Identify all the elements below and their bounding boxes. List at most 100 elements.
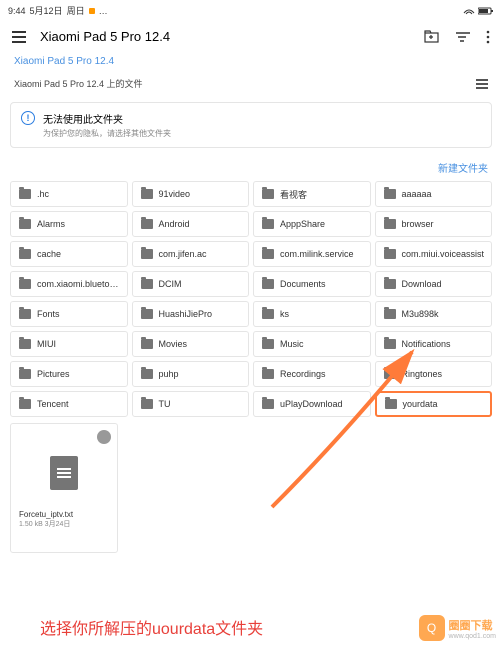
folder-item[interactable]: com.miui.voiceassist (375, 241, 493, 267)
folder-item[interactable]: .hc (10, 181, 128, 207)
folder-icon (262, 219, 274, 229)
folder-icon (19, 399, 31, 409)
info-icon: ! (21, 111, 35, 125)
folder-item[interactable]: browser (375, 211, 493, 237)
folder-item[interactable]: Android (132, 211, 250, 237)
folder-label: Recordings (280, 369, 326, 379)
folder-item[interactable]: HuashiJiePro (132, 301, 250, 327)
folder-label: aaaaaa (402, 189, 432, 199)
notification-dot (89, 8, 95, 14)
folder-label: MIUI (37, 339, 56, 349)
folder-icon (262, 189, 274, 199)
folder-item[interactable]: DCIM (132, 271, 250, 297)
watermark-url: www.qod1.com (449, 633, 496, 640)
folder-icon (19, 279, 31, 289)
folder-label: 91video (159, 189, 191, 199)
folder-icon (141, 189, 153, 199)
status-time: 9:44 (8, 6, 26, 16)
folder-label: com.jifen.ac (159, 249, 207, 259)
folder-label: browser (402, 219, 434, 229)
folder-label: ApppShare (280, 219, 325, 229)
folder-item[interactable]: puhp (132, 361, 250, 387)
folder-item[interactable]: Fonts (10, 301, 128, 327)
menu-icon[interactable] (12, 31, 26, 43)
folder-icon (141, 309, 153, 319)
folder-label: Pictures (37, 369, 70, 379)
folder-label: Movies (159, 339, 188, 349)
folder-item[interactable]: uPlayDownload (253, 391, 371, 417)
folder-icon (141, 369, 153, 379)
folder-label: TU (159, 399, 171, 409)
folder-item[interactable]: M3u898k (375, 301, 493, 327)
folder-icon (19, 189, 31, 199)
wifi-icon (463, 7, 475, 15)
folder-label: puhp (159, 369, 179, 379)
folder-item[interactable]: yourdata (375, 391, 493, 417)
folder-item[interactable]: 看视客 (253, 181, 371, 207)
folder-item[interactable]: Music (253, 331, 371, 357)
status-icons (463, 7, 494, 15)
folder-icon (384, 219, 396, 229)
list-view-icon[interactable] (476, 78, 488, 90)
info-title: 无法使用此文件夹 (43, 111, 171, 126)
file-card[interactable]: Forcetu_iptv.txt 1.50 kB 3月24日 (10, 423, 118, 553)
folder-grid: .hc 91video 看视客 aaaaaa AlarmsAndroid ApppShar… (0, 181, 502, 417)
folder-icon (19, 249, 31, 259)
folder-item[interactable]: com.milink.service (253, 241, 371, 267)
folder-item[interactable]: aaaaaa (375, 181, 493, 207)
new-folder-link[interactable]: 新建文件夹 (0, 154, 502, 181)
sort-icon[interactable] (456, 31, 470, 43)
new-folder-icon[interactable] (424, 30, 440, 44)
folder-icon (19, 309, 31, 319)
file-name: Forcetu_iptv.txt (19, 510, 109, 519)
folder-item[interactable]: MIUI (10, 331, 128, 357)
folder-item[interactable]: cache (10, 241, 128, 267)
folder-icon (141, 399, 153, 409)
folder-label: HuashiJiePro (159, 309, 213, 319)
status-date: 5月12日 (30, 4, 63, 17)
folder-item[interactable]: 91video (132, 181, 250, 207)
folder-label: yourdata (403, 399, 438, 409)
folder-label: uPlayDownload (280, 399, 343, 409)
folder-item[interactable]: ApppShare (253, 211, 371, 237)
folder-label: Ringtones (402, 369, 443, 379)
folder-icon (384, 339, 396, 349)
folder-item[interactable]: Download (375, 271, 493, 297)
more-icon[interactable] (486, 30, 490, 44)
battery-icon (478, 7, 494, 15)
folder-label: Tencent (37, 399, 69, 409)
status-day: 周日 (67, 4, 85, 17)
folder-label: com.miui.voiceassist (402, 249, 485, 259)
folder-label: Music (280, 339, 304, 349)
folder-item[interactable]: Movies (132, 331, 250, 357)
folder-item[interactable]: Notifications (375, 331, 493, 357)
folder-icon (385, 399, 397, 409)
watermark: Q 圈圈下载 www.qod1.com (419, 615, 496, 641)
folder-item[interactable]: com.xiaomi.blueto… (10, 271, 128, 297)
file-meta: 1.50 kB 3月24日 (19, 519, 109, 529)
folder-item[interactable]: ks (253, 301, 371, 327)
watermark-icon: Q (419, 615, 445, 641)
folder-item[interactable]: Ringtones (375, 361, 493, 387)
folder-icon (384, 369, 396, 379)
folder-label: M3u898k (402, 309, 439, 319)
folder-icon (262, 309, 274, 319)
folder-item[interactable]: Documents (253, 271, 371, 297)
folder-item[interactable]: Recordings (253, 361, 371, 387)
folder-item[interactable]: TU (132, 391, 250, 417)
folder-label: ks (280, 309, 289, 319)
folder-label: cache (37, 249, 61, 259)
breadcrumb[interactable]: Xiaomi Pad 5 Pro 12.4 (0, 52, 502, 71)
folder-icon (384, 189, 396, 199)
folder-icon (19, 339, 31, 349)
folder-label: Download (402, 279, 442, 289)
folder-label: com.xiaomi.blueto… (37, 279, 119, 289)
folder-item[interactable]: Alarms (10, 211, 128, 237)
folder-item[interactable]: Pictures (10, 361, 128, 387)
expand-icon[interactable] (97, 430, 111, 444)
folder-item[interactable]: com.jifen.ac (132, 241, 250, 267)
app-header: Xiaomi Pad 5 Pro 12.4 (0, 21, 502, 52)
folder-icon (141, 219, 153, 229)
folder-item[interactable]: Tencent (10, 391, 128, 417)
folder-label: Notifications (402, 339, 451, 349)
